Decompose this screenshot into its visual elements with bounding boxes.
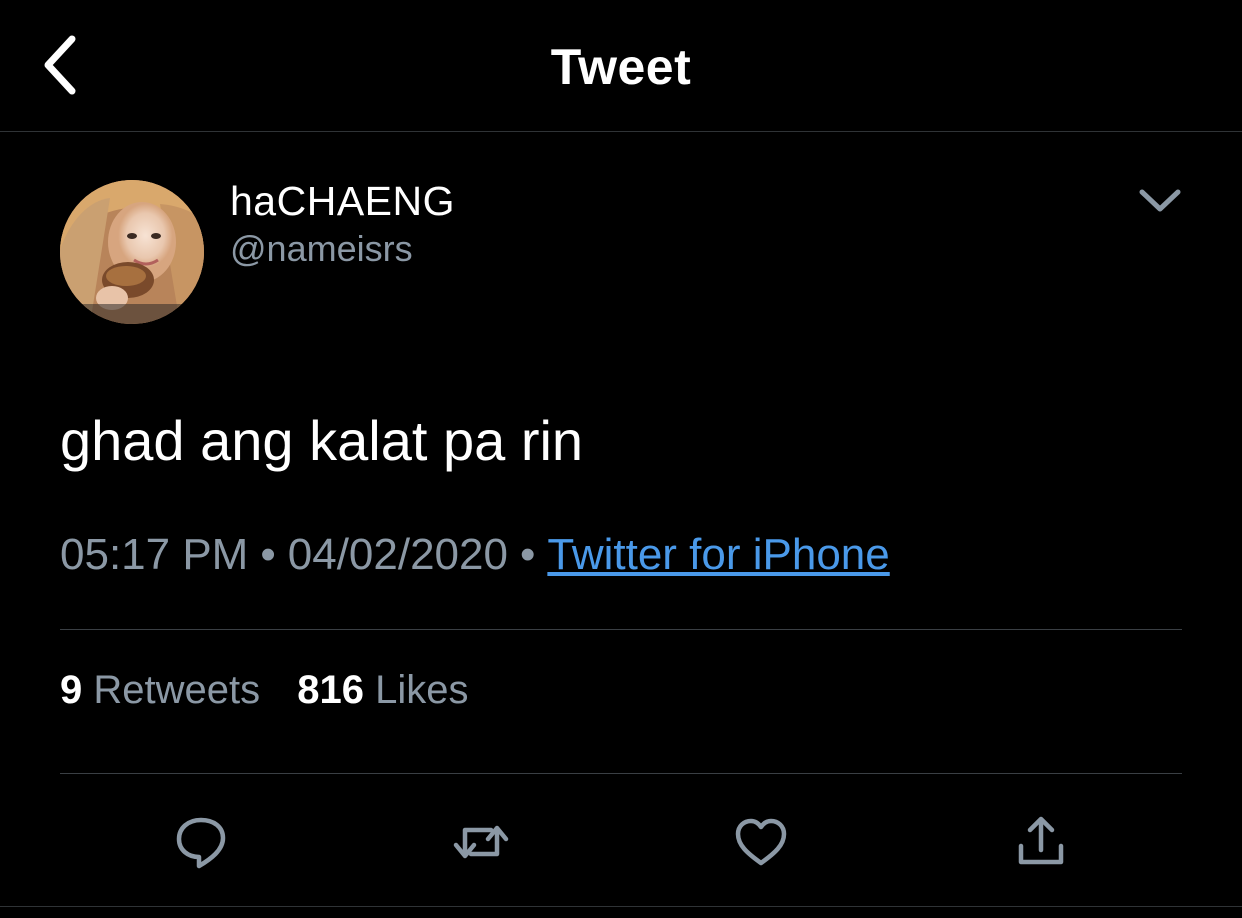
like-button[interactable] xyxy=(719,800,803,884)
author-handle[interactable]: @nameisrs xyxy=(230,228,413,270)
chevron-down-icon xyxy=(1139,189,1181,212)
tweet-action-bar xyxy=(0,800,1242,884)
tweet-source-link[interactable]: Twitter for iPhone xyxy=(547,530,889,579)
likes-count: 816 xyxy=(297,668,364,712)
share-icon xyxy=(1018,816,1064,865)
tweet-date: 04/02/2020 xyxy=(287,530,508,579)
retweets-stat[interactable]: 9 Retweets xyxy=(60,668,260,713)
retweet-button[interactable] xyxy=(439,800,523,884)
likes-stat[interactable]: 816 Likes xyxy=(297,668,468,713)
divider xyxy=(0,906,1242,907)
likes-label: Likes xyxy=(375,668,469,712)
tweet-stats: 9 Retweets 816 Likes xyxy=(60,668,469,713)
divider xyxy=(60,629,1182,630)
retweet-icon xyxy=(453,825,509,859)
tweet-text: ghad ang kalat pa rin xyxy=(60,409,584,472)
avatar-photo xyxy=(60,180,204,324)
share-button[interactable] xyxy=(999,800,1083,884)
page-title: Tweet xyxy=(550,39,692,95)
retweets-count: 9 xyxy=(60,668,83,712)
reply-icon xyxy=(176,817,226,869)
retweets-label: Retweets xyxy=(93,668,261,712)
navigation-bar: Tweet xyxy=(0,0,1242,132)
separator: • xyxy=(260,530,276,579)
reply-button[interactable] xyxy=(159,800,243,884)
tweet-metadata: 05:17 PM • 04/02/2020 • Twitter for iPhone xyxy=(60,530,890,580)
author-display-name[interactable]: haCHAENG xyxy=(230,178,455,225)
tweet-detail-screen: Tweet haCHAENG @nameisrs ghad ang kalat … xyxy=(0,0,1242,918)
tweet-menu-button[interactable] xyxy=(1132,178,1188,222)
avatar[interactable] xyxy=(60,180,204,324)
separator: • xyxy=(519,530,536,579)
tweet-time: 05:17 PM xyxy=(60,530,249,579)
heart-icon xyxy=(735,818,787,866)
divider xyxy=(60,773,1182,774)
